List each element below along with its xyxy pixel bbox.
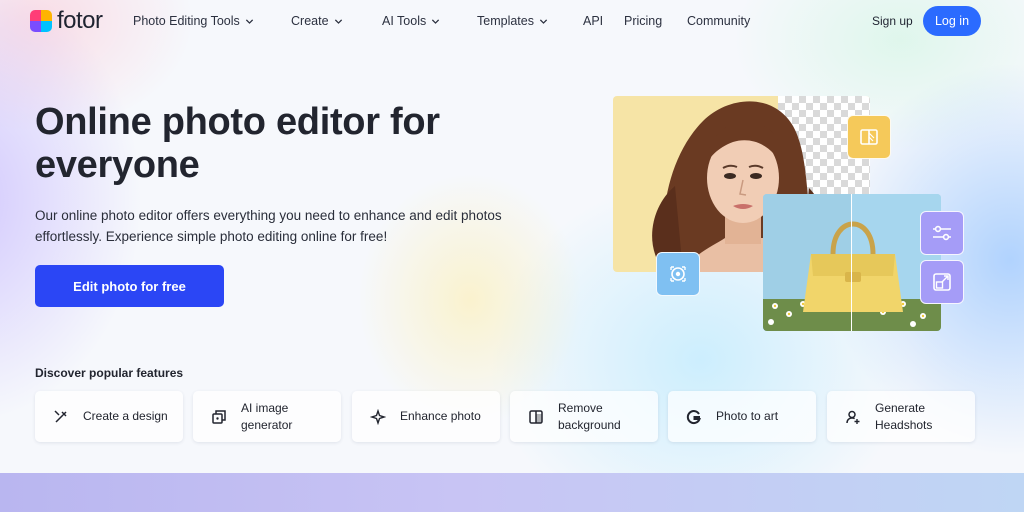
feature-enhance-photo[interactable]: Enhance photo <box>352 391 500 442</box>
feature-label: AI image generator <box>241 400 293 432</box>
logo-wordmark: fotor <box>57 7 103 34</box>
nav-item-label: Templates <box>477 14 534 28</box>
before-after-divider <box>851 194 852 331</box>
feature-remove-background[interactable]: Remove background <box>510 391 658 442</box>
remove-bg-icon <box>527 408 545 426</box>
feature-ai-image-generator[interactable]: AI image generator <box>193 391 341 442</box>
background-remove-icon <box>847 115 891 159</box>
sign-up-link[interactable]: Sign up <box>872 14 913 28</box>
sparkle-enhance-icon <box>369 408 387 426</box>
nav-templates[interactable]: Templates <box>477 14 548 28</box>
nav-item-label: API <box>583 14 604 28</box>
feature-label: Generate Headshots <box>875 400 933 432</box>
nav-create[interactable]: Create <box>291 14 343 28</box>
feature-create-a-design[interactable]: Create a design <box>35 391 183 442</box>
ai-enhance-icon <box>656 252 700 296</box>
chevron-down-icon <box>245 17 254 26</box>
hero-title: Online photo editor for everyone <box>35 101 440 186</box>
adjust-sliders-icon <box>920 211 964 255</box>
fotor-logo[interactable]: fotor <box>30 9 103 33</box>
photo-art-icon <box>685 408 703 426</box>
nav-item-label: AI Tools <box>382 14 427 28</box>
bag-illustration <box>763 194 941 331</box>
hero-description: Our online photo editor offers everythin… <box>35 208 502 244</box>
feature-label: Create a design <box>83 409 168 423</box>
chevron-down-icon <box>431 17 440 26</box>
nav-pricing[interactable]: Pricing <box>624 14 662 28</box>
ai-image-icon <box>210 408 228 426</box>
feature-label: Enhance photo <box>400 409 481 423</box>
headshot-icon <box>844 408 862 426</box>
nav-item-label: Pricing <box>624 14 663 28</box>
feature-label: Photo to art <box>716 409 779 423</box>
resize-icon <box>920 260 964 304</box>
nav-ai-tools[interactable]: AI Tools <box>382 14 440 28</box>
chevron-down-icon <box>334 17 343 26</box>
hero-bag-image <box>763 194 941 331</box>
features-heading: Discover popular features <box>35 366 184 380</box>
bottom-gradient-band <box>0 473 1024 512</box>
feature-label: Remove background <box>558 400 621 432</box>
nav-item-label: Community <box>687 14 751 28</box>
log-in-button[interactable]: Log in <box>923 6 981 36</box>
logo-mark-icon <box>30 10 52 32</box>
edit-photo-for-free-button[interactable]: Edit photo for free <box>35 265 224 307</box>
nav-item-label: Photo Editing Tools <box>133 14 240 28</box>
nav-api[interactable]: API <box>583 14 603 28</box>
top-nav: fotor Photo Editing Tools Create AI Tool… <box>0 0 1024 44</box>
nav-item-label: Create <box>291 14 329 28</box>
feature-generate-headshots[interactable]: Generate Headshots <box>827 391 975 442</box>
nav-photo-editing-tools[interactable]: Photo Editing Tools <box>133 14 254 28</box>
nav-community[interactable]: Community <box>687 14 750 28</box>
feature-photo-to-art[interactable]: Photo to art <box>668 391 816 442</box>
design-pen-icon <box>52 408 70 426</box>
chevron-down-icon <box>539 17 548 26</box>
